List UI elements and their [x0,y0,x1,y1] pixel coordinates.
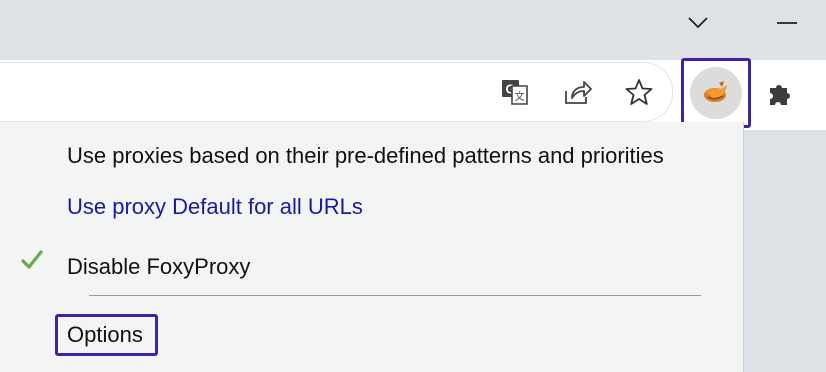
puzzle-icon [770,85,790,105]
chevron-down-icon [688,17,708,29]
menu-divider [89,295,701,296]
browser-titlebar [0,0,826,60]
share-icon [565,81,592,104]
options-highlight [55,314,158,356]
extension-highlight [681,58,751,128]
bookmark-button[interactable] [621,74,657,110]
menu-item-proxy-default[interactable]: Use proxy Default for all URLs [67,194,363,220]
menu-item-disable[interactable]: Disable FoxyProxy [67,254,250,280]
share-button[interactable] [559,74,595,110]
menu-item-patterns[interactable]: Use proxies based on their pre-defined p… [67,143,664,169]
translate-button[interactable]: G 文 [497,74,533,110]
extensions-button[interactable] [762,76,798,112]
svg-text:文: 文 [515,90,525,103]
minimize-button[interactable] [767,8,807,38]
check-icon [21,250,43,269]
tab-search-button[interactable] [678,8,718,38]
page-background [744,130,826,372]
translate-icon: G 文 [502,80,528,105]
star-icon [625,79,653,105]
minimize-icon [777,22,797,24]
